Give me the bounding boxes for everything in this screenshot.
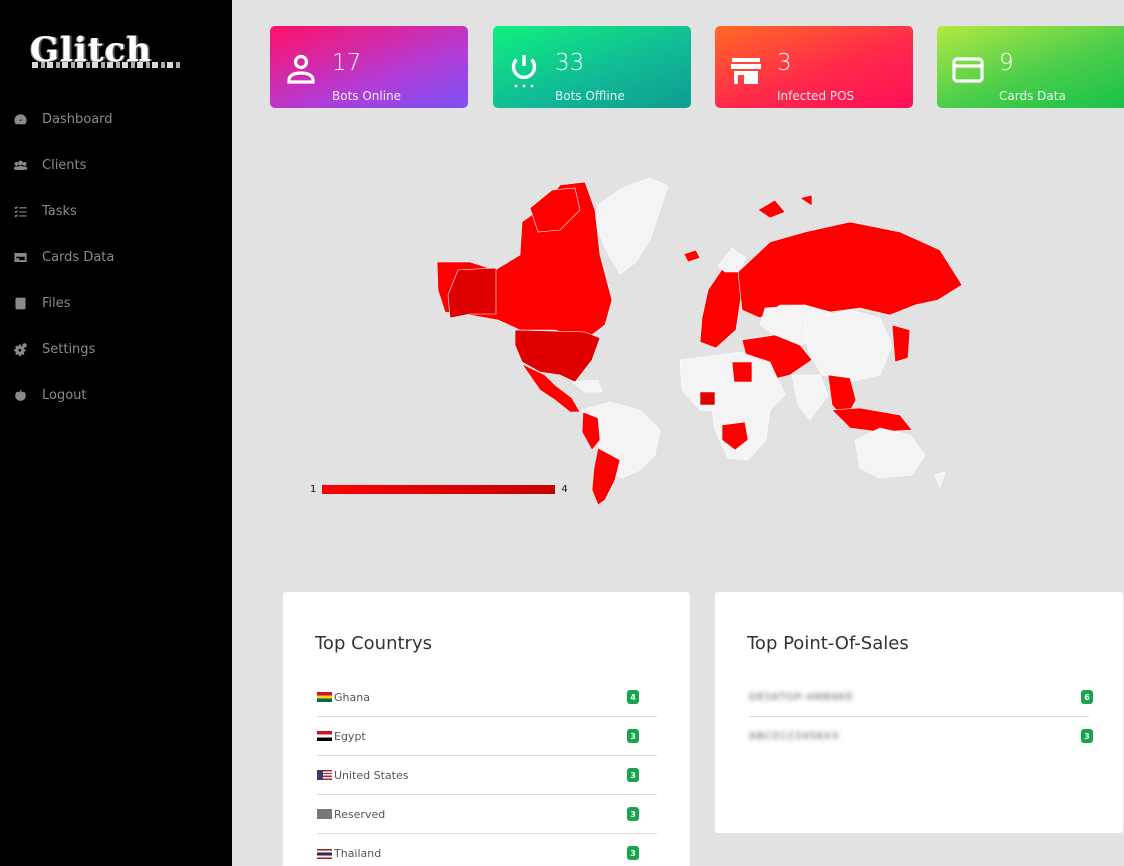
map-region-arctic-islands[interactable] bbox=[757, 194, 813, 219]
country-name: Thailand bbox=[334, 847, 382, 860]
list-item[interactable]: Egypt 3 bbox=[317, 717, 657, 756]
thailand-flag bbox=[317, 848, 332, 859]
count-badge: 3 bbox=[627, 768, 639, 782]
sidebar-item-label: Clients bbox=[42, 157, 87, 173]
sidebar-item-settings[interactable]: Settings bbox=[14, 326, 114, 372]
users-icon bbox=[14, 159, 42, 172]
top-pos-panel: Top Point-Of-Sales DESKTOP-4MB9KE 6 ABC0… bbox=[715, 592, 1123, 833]
list-item[interactable]: Ghana 4 bbox=[317, 678, 657, 717]
us-flag bbox=[317, 770, 332, 780]
map-region-iceland[interactable] bbox=[683, 249, 701, 263]
legend-max: 4 bbox=[561, 484, 568, 495]
map-region-europe[interactable] bbox=[699, 264, 743, 349]
file-icon bbox=[14, 297, 42, 310]
sidebar-item-label: Tasks bbox=[42, 203, 77, 219]
store-icon bbox=[729, 52, 763, 88]
country-name: Ghana bbox=[334, 690, 370, 704]
map-region-china[interactable] bbox=[804, 309, 893, 383]
legend-min: 1 bbox=[310, 484, 317, 495]
panel-title: Top Point-Of-Sales bbox=[747, 633, 909, 654]
list-item[interactable]: Thailand 3 bbox=[317, 834, 657, 866]
sidebar-item-logout[interactable]: Logout bbox=[14, 372, 114, 418]
country-name: Egypt bbox=[334, 729, 366, 743]
count-badge: 4 bbox=[627, 690, 639, 704]
panel-title: Top Countrys bbox=[315, 633, 432, 654]
sidebar-item-label: Files bbox=[42, 295, 71, 311]
map-region-indonesia[interactable] bbox=[831, 407, 913, 433]
cogs-icon bbox=[14, 342, 42, 356]
stat-label: Infected POS bbox=[777, 89, 855, 103]
pos-name: ABC0123456XX bbox=[749, 731, 840, 742]
ghana-flag bbox=[317, 692, 332, 702]
stat-card-bots-offline[interactable]: 33 Bots Offline bbox=[493, 26, 691, 108]
count-badge: 3 bbox=[627, 729, 639, 743]
stat-card-cards-data[interactable]: 9 Cards Data bbox=[937, 26, 1124, 108]
map-region-united-states[interactable] bbox=[514, 329, 601, 383]
map-region-ghana[interactable] bbox=[699, 391, 716, 406]
map-legend: 1 4 bbox=[310, 484, 568, 495]
stat-label: Bots Offline bbox=[555, 89, 625, 103]
map-region-russia[interactable] bbox=[737, 221, 963, 319]
stat-value: 3 bbox=[777, 50, 792, 76]
countries-list: Ghana 4 Egypt 3 United States 3 Reserved… bbox=[317, 678, 657, 866]
sidebar-item-label: Logout bbox=[42, 387, 87, 403]
sidebar-item-label: Cards Data bbox=[42, 249, 115, 265]
sidebar-item-dashboard[interactable]: Dashboard bbox=[14, 96, 114, 142]
sidebar-nav: Dashboard Clients Tasks Cards Data Files… bbox=[14, 96, 114, 418]
list-item[interactable]: ABC0123456XX 3 bbox=[749, 717, 1093, 756]
map-region-india[interactable] bbox=[791, 374, 829, 421]
count-badge: 3 bbox=[627, 846, 639, 860]
sidebar-item-label: Settings bbox=[42, 341, 96, 357]
map-region-greenland[interactable] bbox=[595, 177, 669, 275]
world-map[interactable] bbox=[232, 120, 1124, 540]
sidebar: Glitch Dashboard Clients Tasks Cards Dat… bbox=[0, 0, 232, 866]
sidebar-item-tasks[interactable]: Tasks bbox=[14, 188, 114, 234]
map-region-canada[interactable] bbox=[436, 181, 613, 341]
list-item[interactable]: United States 3 bbox=[317, 756, 657, 795]
map-region-australia[interactable] bbox=[854, 427, 926, 479]
stat-label: Bots Online bbox=[332, 89, 402, 103]
egypt-flag bbox=[317, 731, 332, 741]
power-icon bbox=[507, 52, 541, 88]
map-region-new-zealand[interactable] bbox=[934, 471, 946, 489]
stat-value: 9 bbox=[999, 50, 1014, 76]
unknown-flag bbox=[317, 809, 332, 819]
count-badge: 3 bbox=[1081, 729, 1093, 743]
sidebar-item-files[interactable]: Files bbox=[14, 280, 114, 326]
tasks-icon bbox=[14, 205, 42, 218]
country-name: United States bbox=[334, 768, 409, 782]
tachometer-icon bbox=[14, 113, 42, 126]
logo-glitch-decoration bbox=[32, 62, 180, 68]
stat-card-infected-pos[interactable]: 3 Infected POS bbox=[715, 26, 913, 108]
country-name: Reserved bbox=[334, 807, 386, 821]
credit-card-icon bbox=[951, 52, 985, 88]
count-badge: 3 bbox=[627, 807, 639, 821]
map-region-caribbean[interactable] bbox=[571, 379, 603, 393]
map-region-east-asia[interactable] bbox=[891, 324, 911, 363]
list-item[interactable]: DESKTOP-4MB9KE 6 bbox=[749, 678, 1093, 717]
sidebar-item-label: Dashboard bbox=[42, 111, 113, 127]
sidebar-item-clients[interactable]: Clients bbox=[14, 142, 114, 188]
stat-card-bots-online[interactable]: 17 Bots Online bbox=[270, 26, 468, 108]
credit-card-icon bbox=[14, 251, 42, 264]
map-region-egypt[interactable] bbox=[731, 361, 753, 383]
top-countries-panel: Top Countrys Ghana 4 Egypt 3 United Stat… bbox=[283, 592, 690, 866]
pos-name: DESKTOP-4MB9KE bbox=[749, 691, 854, 703]
stat-label: Cards Data bbox=[999, 89, 1066, 103]
user-icon bbox=[284, 52, 318, 88]
legend-gradient-bar bbox=[322, 485, 556, 494]
list-item[interactable]: Reserved 3 bbox=[317, 795, 657, 834]
stat-value: 17 bbox=[332, 50, 362, 76]
sidebar-item-cards-data[interactable]: Cards Data bbox=[14, 234, 114, 280]
power-icon bbox=[14, 389, 42, 402]
pos-list: DESKTOP-4MB9KE 6 ABC0123456XX 3 bbox=[749, 678, 1093, 756]
count-badge: 6 bbox=[1081, 690, 1093, 704]
stat-value: 33 bbox=[555, 50, 585, 76]
